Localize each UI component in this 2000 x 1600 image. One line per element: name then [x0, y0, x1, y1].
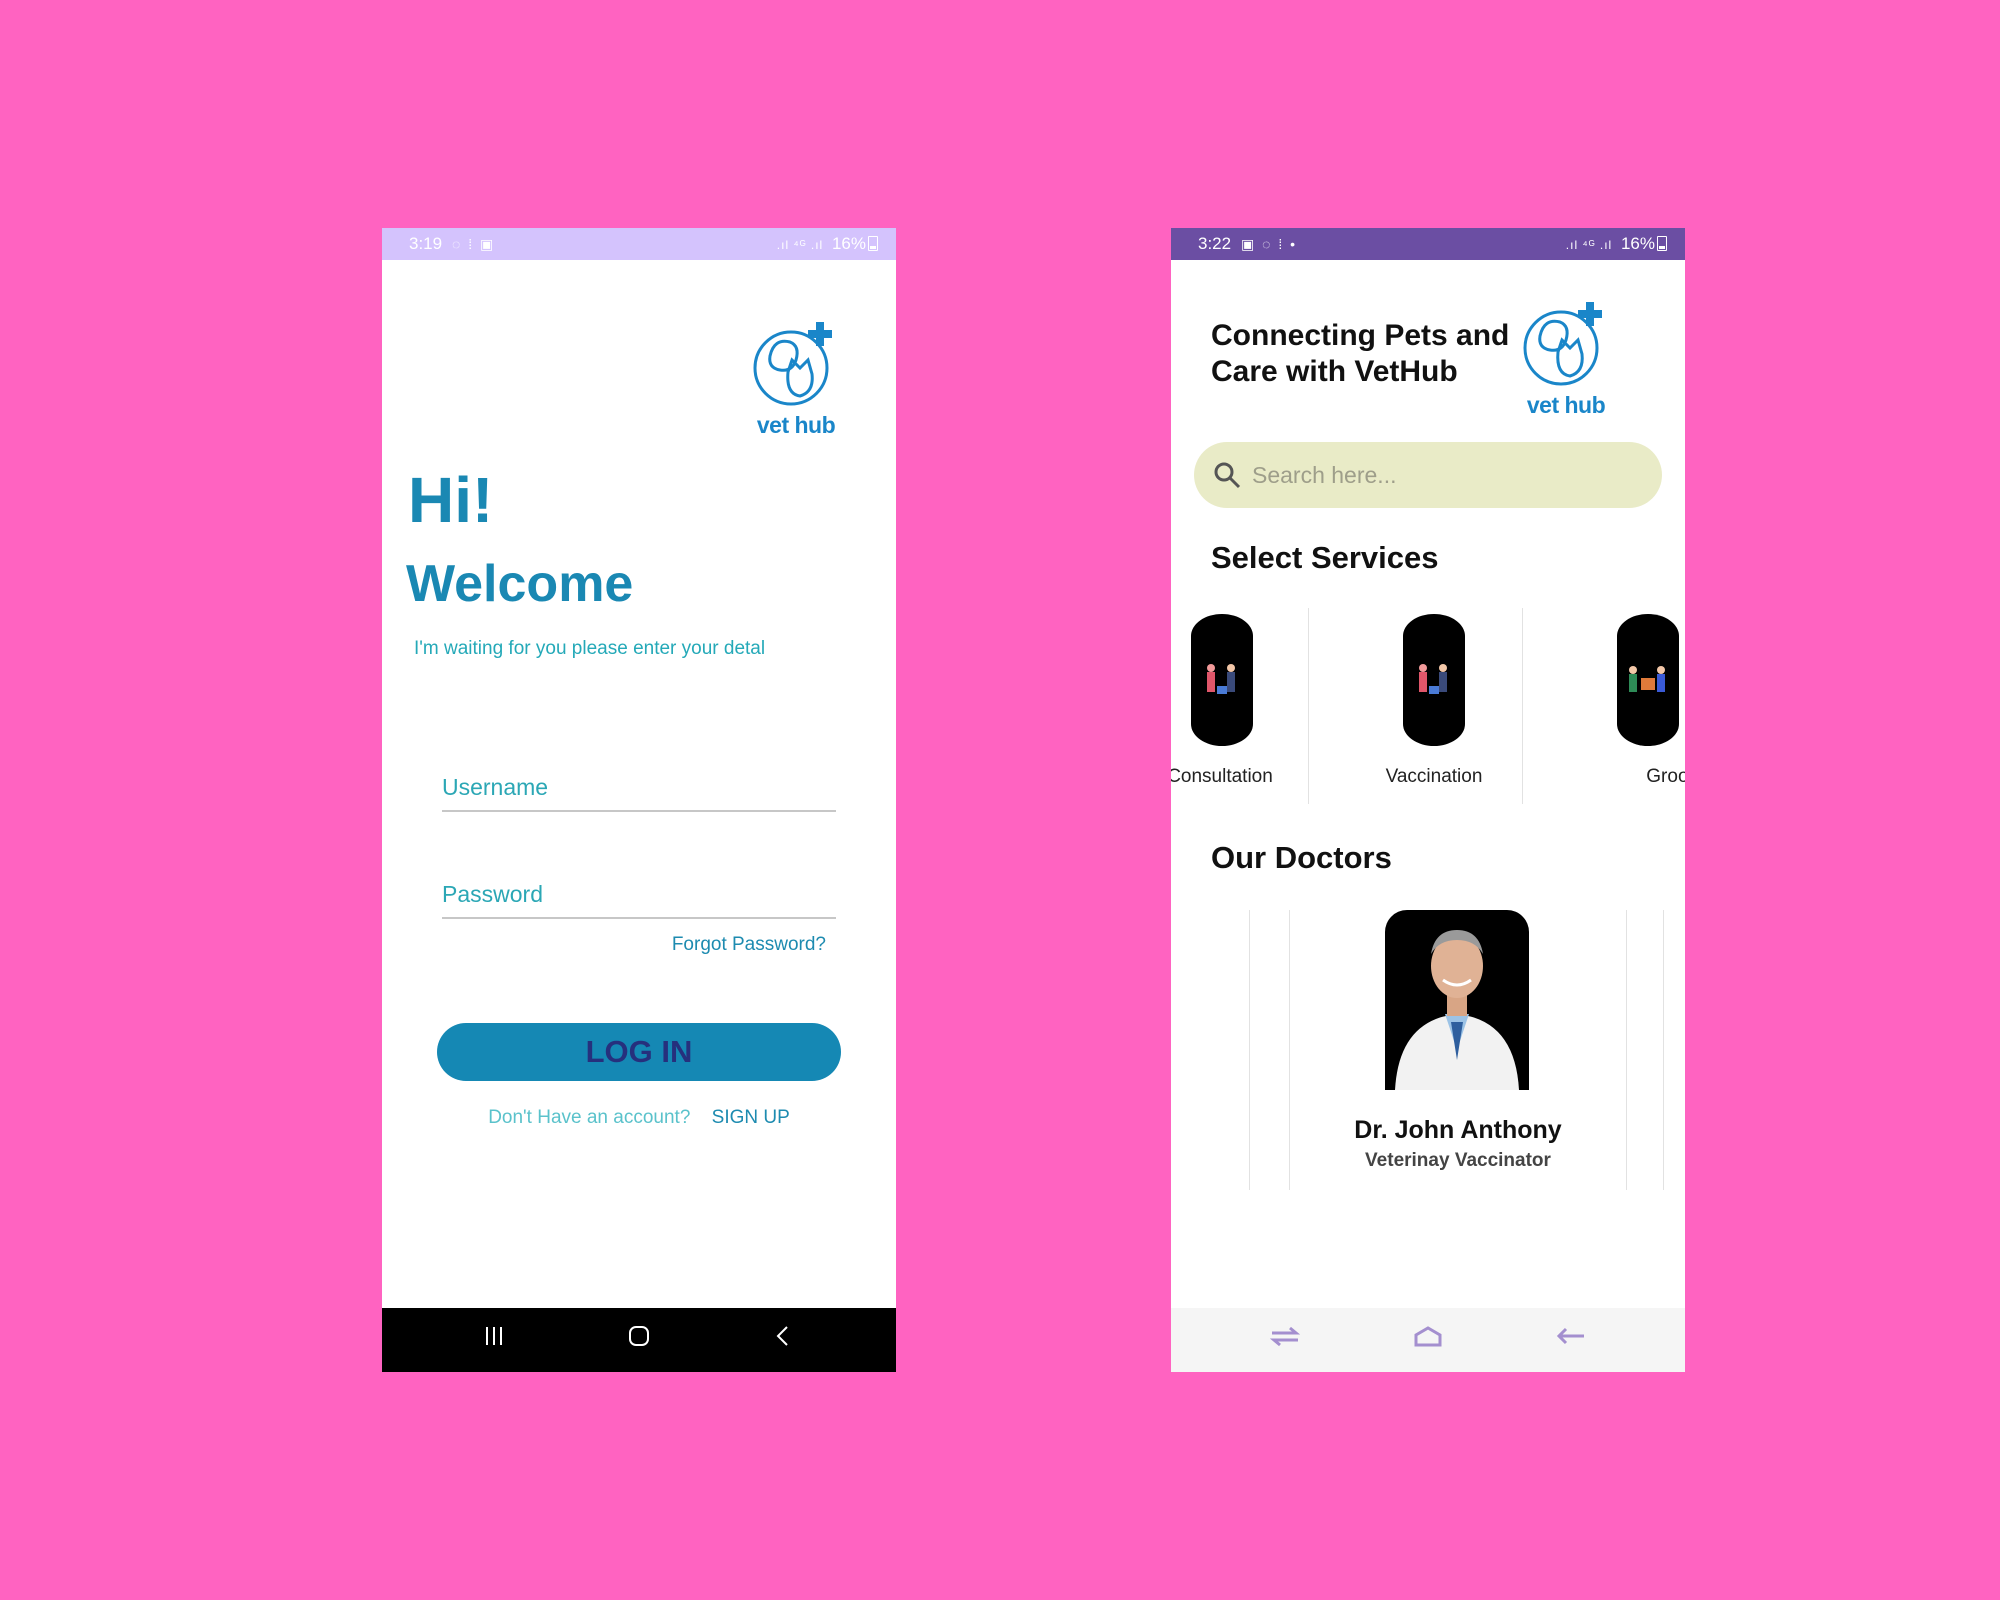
- home-icon[interactable]: [619, 1324, 659, 1356]
- welcome-heading: Welcome: [406, 555, 634, 613]
- password-input[interactable]: [442, 873, 836, 915]
- tagline-heading: Connecting Pets and Care with VetHub: [1211, 319, 1510, 388]
- recent-apps-icon[interactable]: [1265, 1324, 1305, 1356]
- divider: [1249, 910, 1250, 1190]
- divider: [1308, 608, 1309, 804]
- forgot-password-link[interactable]: Forgot Password?: [672, 934, 826, 956]
- home-icon[interactable]: [1408, 1324, 1448, 1356]
- navigation-bar: [382, 1308, 896, 1372]
- service-label: Grooming: [1646, 766, 1685, 787]
- status-time: 3:22: [1198, 234, 1232, 253]
- login-subtitle: I'm waiting for you please enter your de…: [414, 638, 766, 659]
- status-right: .ıl ⁴ᴳ .ıl 16%: [777, 228, 878, 261]
- service-card-vaccination[interactable]: Vaccination: [1345, 608, 1523, 804]
- login-screen: 3:19 ◌ ⁞ ▣ .ıl ⁴ᴳ .ıl 16% vet hub Hi! We…: [382, 228, 896, 1372]
- signup-row: Don't Have an account? SIGN UP: [382, 1107, 896, 1129]
- status-bar: 3:22 ▣ ◌ ⁞ • .ıl ⁴ᴳ .ıl 16%: [1171, 228, 1685, 260]
- service-card-consultation[interactable]: Consultation: [1171, 608, 1309, 804]
- username-field: [442, 766, 836, 812]
- service-label: Vaccination: [1385, 766, 1483, 787]
- doctor-name: Dr. John Anthony: [1354, 1116, 1562, 1144]
- doctor-photo: [1385, 910, 1529, 1090]
- signal-icon: .ıl ⁴ᴳ .ıl: [1565, 238, 1613, 252]
- pet-cross-icon: [753, 322, 832, 406]
- search-input[interactable]: [1252, 442, 1642, 508]
- doctors-heading: Our Doctors: [1211, 840, 1392, 875]
- logo-text: vet hub: [1526, 392, 1606, 418]
- battery-percent: 16%: [831, 234, 866, 253]
- search-bar: [1194, 442, 1662, 508]
- status-time: 3:19: [409, 234, 443, 253]
- services-heading: Select Services: [1211, 540, 1439, 575]
- back-icon[interactable]: [763, 1324, 803, 1356]
- username-input[interactable]: [442, 766, 836, 808]
- service-illustration: [1191, 614, 1253, 746]
- back-icon[interactable]: [1551, 1324, 1591, 1356]
- search-icon: [1214, 462, 1241, 489]
- signal-icon: .ıl ⁴ᴳ .ıl: [776, 238, 824, 252]
- battery-percent: 16%: [1620, 234, 1655, 253]
- vethub-logo: vet hub: [734, 316, 858, 448]
- vethub-logo: vet hub: [1501, 296, 1631, 424]
- service-card-grooming[interactable]: Grooming: [1559, 608, 1685, 804]
- doctor-card[interactable]: Dr. John Anthony Veterinay Vaccinator: [1289, 910, 1627, 1190]
- recent-apps-icon[interactable]: [474, 1324, 514, 1356]
- status-bar: 3:19 ◌ ⁞ ▣ .ıl ⁴ᴳ .ıl 16%: [382, 228, 896, 260]
- doctor-role: Veterinay Vaccinator: [1365, 1150, 1551, 1171]
- service-label: Consultation: [1171, 766, 1273, 787]
- navigation-bar: [1171, 1308, 1685, 1372]
- no-account-text: Don't Have an account?: [488, 1107, 691, 1128]
- status-right: .ıl ⁴ᴳ .ıl 16%: [1566, 228, 1667, 261]
- service-illustration: [1617, 614, 1679, 746]
- home-screen: 3:22 ▣ ◌ ⁞ • .ıl ⁴ᴳ .ıl 16% Connecting P…: [1171, 228, 1685, 1372]
- logo-text: vet hub: [756, 412, 836, 438]
- signup-link[interactable]: SIGN UP: [712, 1107, 790, 1128]
- battery-icon: [1657, 236, 1667, 251]
- notification-icons: ▣ ◌ ⁞ •: [1241, 236, 1298, 252]
- divider: [1522, 608, 1523, 804]
- password-field: [442, 873, 836, 919]
- login-button[interactable]: LOG IN: [437, 1023, 841, 1081]
- divider: [1663, 910, 1664, 1190]
- pet-cross-icon: [1523, 302, 1602, 386]
- notification-icons: ◌ ⁞ ▣: [452, 236, 496, 252]
- greeting-heading: Hi!: [408, 464, 494, 536]
- service-illustration: [1403, 614, 1465, 746]
- battery-icon: [868, 236, 878, 251]
